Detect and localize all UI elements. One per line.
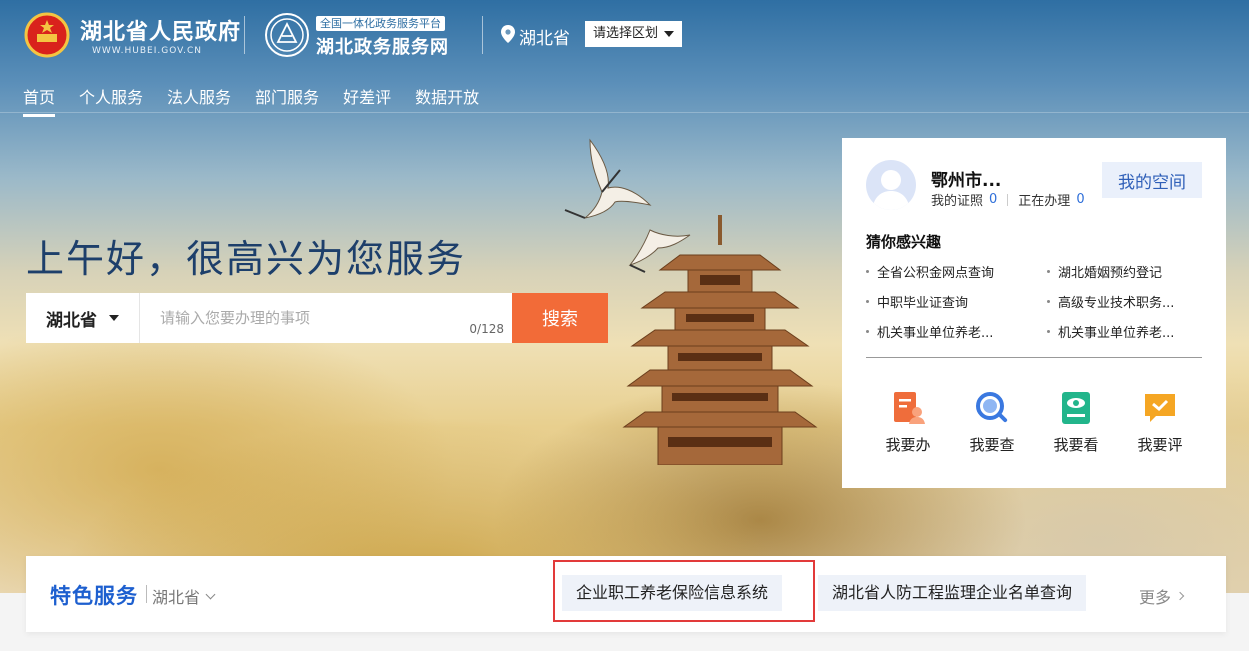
top-bar: 湖北省人民政府 WWW.HUBEI.GOV.CN 全国一体化政务服务平台 湖北政… (0, 0, 1249, 68)
featured-title: 特色服务 (50, 584, 138, 608)
nav-item-legal-person[interactable]: 法人服务 (167, 84, 231, 114)
featured-divider (146, 585, 147, 603)
doing-count[interactable]: 0 (1076, 192, 1084, 207)
quick-action-view[interactable]: 我要看 (1034, 390, 1118, 455)
user-stats: 我的证照 0 正在办理 0 (931, 190, 1085, 209)
gov-site-url: WWW.HUBEI.GOV.CN (92, 46, 203, 56)
featured-services-bar: 特色服务 湖北省 企业职工养老保险信息系统 湖北省人防工程监理企业名单查询 更多 (26, 556, 1226, 632)
interest-item[interactable]: 全省公积金网点查询 (866, 262, 1047, 281)
header-divider (482, 16, 483, 54)
nav-divider (0, 112, 1249, 113)
featured-more-link[interactable]: 更多 (1139, 584, 1185, 608)
interest-item[interactable]: 高级专业技术职务... (1047, 292, 1202, 311)
user-avatar-icon (872, 170, 910, 210)
interest-list: 全省公积金网点查询 湖北婚姻预约登记 中职毕业证查询 高级专业技术职务... 机… (866, 262, 1202, 341)
user-panel: 鄂州市... 我的证照 0 正在办理 0 我的空间 猜你感兴趣 全省公积金网点查… (842, 138, 1226, 488)
interest-item[interactable]: 机关事业单位养老... (866, 322, 1047, 341)
greeting-text: 上午好，很高兴为您服务 (26, 237, 467, 281)
gov-site-title[interactable]: 湖北省人民政府 (80, 14, 241, 46)
user-name[interactable]: 鄂州市... (931, 166, 1001, 191)
interest-item[interactable]: 机关事业单位养老... (1047, 322, 1202, 341)
nav-item-home[interactable]: 首页 (23, 84, 56, 117)
cert-label[interactable]: 我的证照 (931, 190, 983, 209)
service-platform-title[interactable]: 湖北政务服务网 (316, 33, 449, 59)
yellow-crane-tower-illustration (622, 215, 818, 465)
chat-check-icon (1145, 394, 1175, 422)
panel-divider (866, 357, 1202, 358)
caret-down-icon (664, 31, 675, 37)
form-person-icon (894, 392, 925, 424)
search-char-count: 0/128 (469, 322, 504, 336)
region-select-button[interactable]: 请选择区划 (585, 21, 683, 47)
quick-action-evaluate[interactable]: 我要评 (1118, 390, 1202, 455)
service-platform-badge: 全国一体化政务服务平台 (316, 16, 445, 31)
avatar[interactable] (866, 160, 916, 210)
quick-action-handle[interactable]: 我要办 (866, 390, 950, 455)
main-nav: 首页 个人服务 法人服务 部门服务 好差评 数据开放 (23, 84, 479, 117)
region-select-label: 请选择区划 (593, 26, 659, 41)
highlight-box (553, 560, 815, 622)
nav-item-open-data[interactable]: 数据开放 (415, 84, 479, 114)
quick-action-label: 我要办 (885, 436, 931, 454)
national-emblem-icon[interactable] (24, 12, 70, 58)
my-space-button[interactable]: 我的空间 (1102, 162, 1202, 198)
search-box: 湖北省 0/128 搜索 (26, 293, 608, 343)
nav-item-department[interactable]: 部门服务 (255, 84, 319, 114)
interest-title: 猜你感兴趣 (866, 233, 942, 251)
featured-region-select[interactable]: 湖北省 (152, 584, 216, 608)
featured-more-label: 更多 (1139, 588, 1172, 607)
chevron-right-icon (1175, 591, 1185, 601)
interest-item[interactable]: 中职毕业证查询 (866, 292, 1047, 311)
doing-label[interactable]: 正在办理 (1018, 190, 1070, 209)
interest-item[interactable]: 湖北婚姻预约登记 (1047, 262, 1202, 281)
chevron-down-icon (205, 589, 216, 599)
featured-item-civil-defense-query[interactable]: 湖北省人防工程监理企业名单查询 (818, 575, 1087, 611)
search-input[interactable] (140, 293, 512, 343)
current-location: 湖北省 (519, 29, 570, 49)
header-divider (244, 16, 245, 54)
location-pin-icon (501, 25, 515, 43)
search-region-label: 湖北省 (46, 310, 97, 331)
featured-region-label: 湖北省 (152, 588, 201, 607)
search-region-select[interactable]: 湖北省 (26, 293, 140, 343)
nav-item-evaluation[interactable]: 好差评 (343, 84, 391, 114)
quick-actions: 我要办 我要查 我要看 我要评 (866, 390, 1202, 455)
quick-action-label: 我要查 (969, 436, 1015, 454)
caret-down-icon (109, 315, 119, 321)
quick-action-query[interactable]: 我要查 (950, 390, 1034, 455)
search-magnifier-icon (976, 392, 1008, 423)
stats-divider (1007, 193, 1009, 206)
service-platform-logo-icon[interactable] (264, 12, 310, 58)
eye-screen-icon (1062, 392, 1090, 424)
nav-item-personal[interactable]: 个人服务 (79, 84, 143, 114)
cert-count[interactable]: 0 (989, 192, 997, 207)
quick-action-label: 我要评 (1137, 436, 1183, 454)
search-button[interactable]: 搜索 (512, 293, 608, 343)
search-input-wrapper: 0/128 (140, 293, 512, 343)
quick-action-label: 我要看 (1053, 436, 1099, 454)
